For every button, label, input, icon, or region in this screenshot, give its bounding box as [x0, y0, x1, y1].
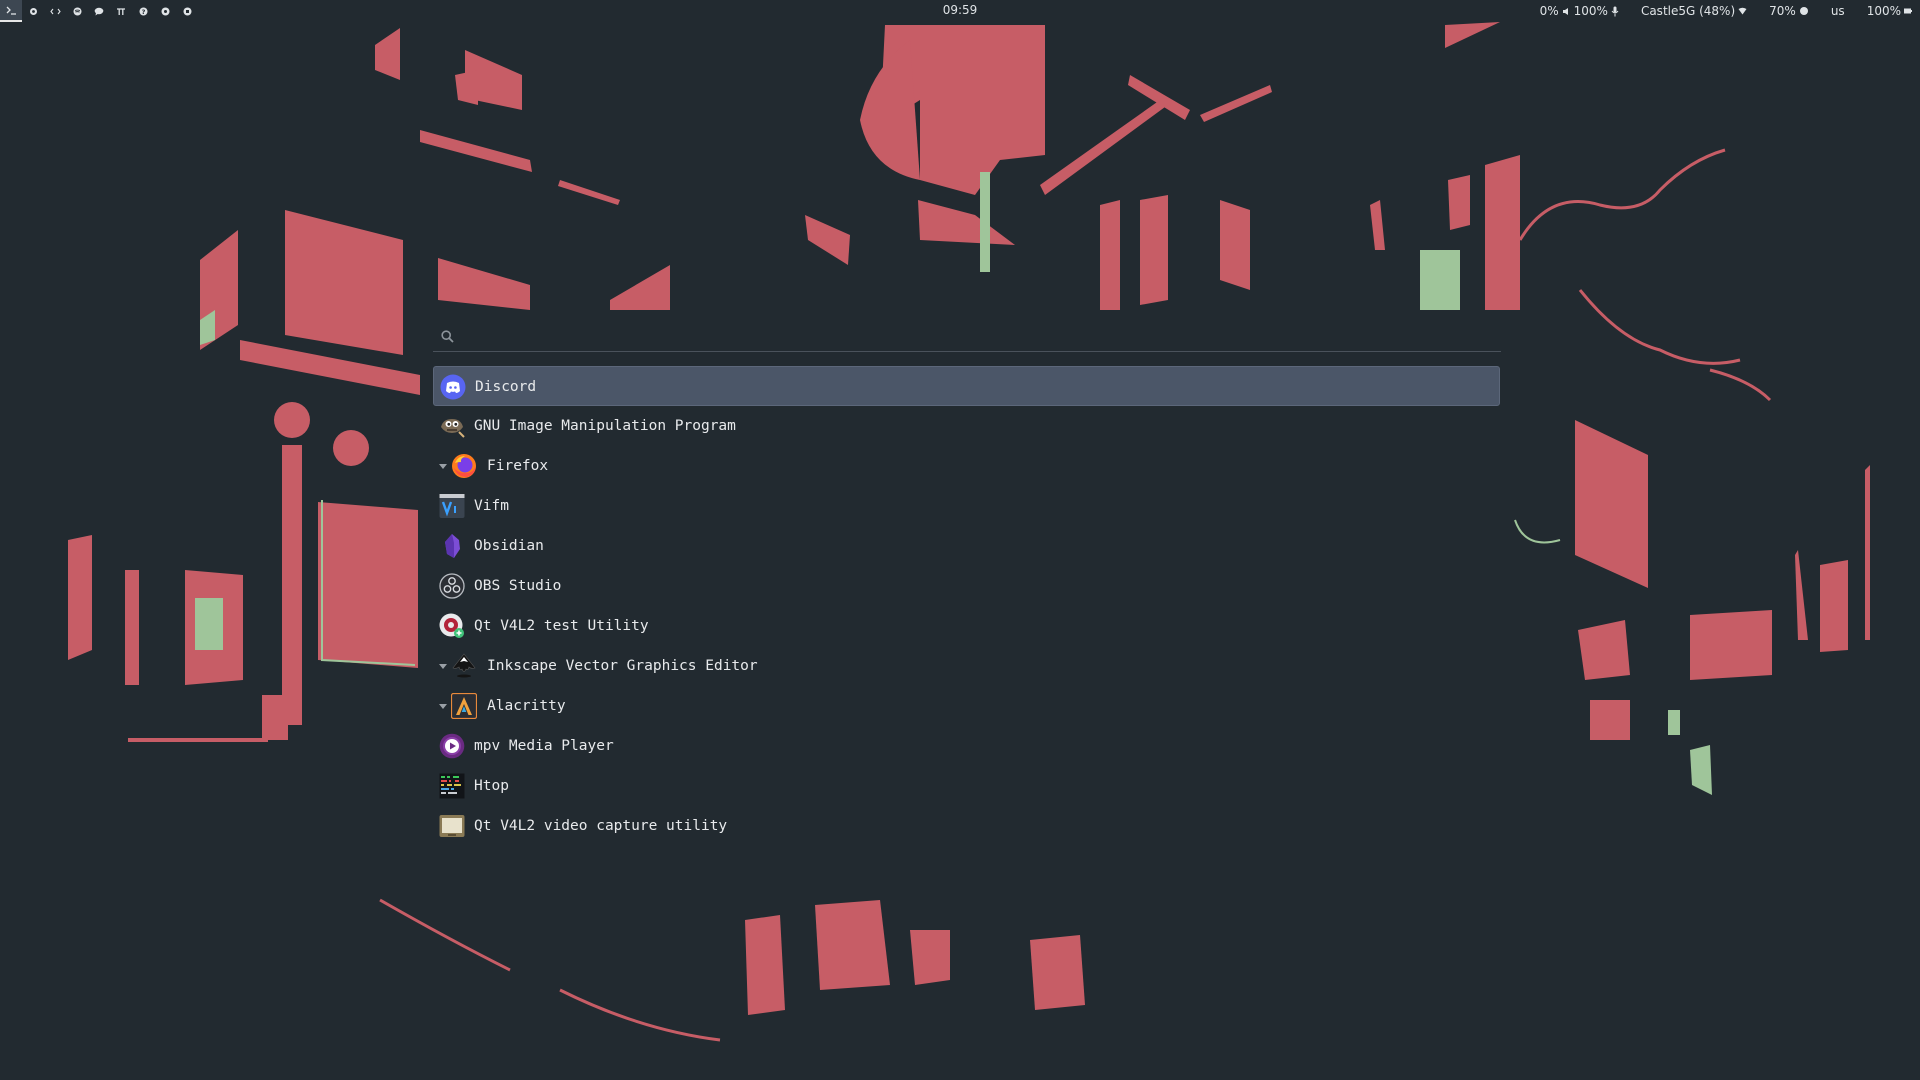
volume-value: 100% — [1573, 4, 1608, 18]
workspace-chat[interactable] — [88, 0, 110, 22]
list-item-htop[interactable]: Htop — [433, 766, 1500, 806]
pi-icon — [117, 7, 125, 15]
app-label: Obsidian — [474, 538, 544, 554]
mpv-icon — [439, 733, 465, 759]
app-label: Qt V4L2 video capture utility — [474, 818, 728, 834]
svg-text:?: ? — [141, 8, 145, 16]
workspace-pi[interactable] — [110, 0, 132, 22]
brightness-value: 70% — [1769, 4, 1796, 18]
keyboard-layout-value: us — [1830, 4, 1845, 18]
qvidcap-icon — [439, 815, 465, 837]
wifi-value: Castle5G (48%) — [1640, 4, 1736, 18]
circle-icon — [161, 7, 169, 15]
keyboard-layout[interactable]: us — [1831, 4, 1845, 18]
list-item-qvidcap[interactable]: Qt V4L2 video capture utility — [433, 806, 1500, 846]
top-panel: ? 09:59 0% 100% Castle5G (48%) 70% us 10… — [0, 0, 1920, 22]
alacritty-icon — [451, 693, 477, 719]
battery-icon — [1904, 8, 1912, 14]
htop-icon — [439, 773, 465, 799]
audio-status[interactable]: 0% 100% — [1540, 4, 1619, 18]
app-label: mpv Media Player — [474, 738, 614, 754]
workspace-media[interactable] — [154, 0, 176, 22]
wifi-icon — [1738, 7, 1747, 15]
app-label: Qt V4L2 test Utility — [474, 618, 649, 634]
gimp-icon — [441, 419, 465, 438]
expand-arrow-icon[interactable] — [439, 664, 447, 669]
cpu-value: 0% — [1539, 4, 1559, 18]
question-icon: ? — [139, 7, 147, 16]
workspace-list: ? — [0, 0, 198, 22]
workspace-code[interactable] — [44, 0, 66, 22]
code-icon — [49, 8, 61, 14]
speaker-icon — [1562, 7, 1568, 15]
app-label: Discord — [475, 379, 537, 395]
wifi-status[interactable]: Castle5G (48%) — [1641, 4, 1747, 18]
workspace-music[interactable] — [66, 0, 88, 22]
battery-status[interactable]: 100% — [1867, 4, 1912, 18]
gear-icon — [29, 7, 37, 15]
app-label: Inkscape Vector Graphics Editor — [487, 658, 758, 674]
inkscape-icon — [452, 653, 476, 678]
list-item-alacritty[interactable]: Alacritty — [433, 686, 1500, 726]
app-label: Firefox — [487, 458, 549, 474]
list-item-inkscape[interactable]: Inkscape Vector Graphics Editor — [433, 646, 1500, 686]
obs-icon — [439, 573, 465, 599]
list-item-mpv[interactable]: mpv Media Player — [433, 726, 1500, 766]
search-input[interactable] — [461, 324, 1485, 350]
battery-value: 100% — [1866, 4, 1901, 18]
list-item-vifm[interactable]: Vifm — [433, 486, 1500, 526]
circle-icon — [183, 7, 191, 15]
app-list: Discord GNU Image Manipulation Program F… — [433, 366, 1501, 846]
discord-icon — [440, 374, 466, 400]
list-item-gimp[interactable]: GNU Image Manipulation Program — [433, 406, 1500, 446]
chat-bubble-icon — [94, 7, 104, 15]
search-bar — [433, 322, 1501, 352]
app-label: OBS Studio — [474, 578, 562, 594]
obsidian-icon — [445, 534, 460, 558]
app-label: Htop — [474, 778, 509, 794]
expand-arrow-icon[interactable] — [439, 704, 447, 709]
search-icon — [441, 330, 454, 343]
qv4l2-icon — [439, 613, 464, 638]
app-label: GNU Image Manipulation Program — [474, 418, 736, 434]
list-item-obsidian[interactable]: Obsidian — [433, 526, 1500, 566]
workspace-settings[interactable] — [22, 0, 44, 22]
spotify-icon — [73, 7, 81, 15]
desktop: ? 09:59 0% 100% Castle5G (48%) 70% us 10… — [0, 0, 1920, 1080]
list-item-qv4l2[interactable]: Qt V4L2 test Utility — [433, 606, 1500, 646]
workspace-terminal[interactable] — [0, 0, 22, 22]
app-label: Alacritty — [487, 698, 566, 714]
workspace-misc[interactable] — [176, 0, 198, 22]
microphone-icon — [1611, 6, 1619, 16]
brightness-status[interactable]: 70% — [1769, 4, 1809, 18]
expand-arrow-icon[interactable] — [439, 464, 447, 469]
app-launcher: Discord GNU Image Manipulation Program F… — [433, 310, 1501, 850]
vifm-icon — [439, 494, 465, 518]
terminal-icon — [6, 6, 16, 15]
workspace-help[interactable]: ? — [132, 0, 154, 22]
firefox-icon — [452, 454, 476, 478]
status-area: 0% 100% Castle5G (48%) 70% us 100% — [1540, 0, 1912, 22]
app-label: Vifm — [474, 498, 509, 514]
list-item-obs[interactable]: OBS Studio — [433, 566, 1500, 606]
brightness-icon — [1799, 7, 1808, 15]
list-item-discord[interactable]: Discord — [433, 366, 1500, 406]
list-item-firefox[interactable]: Firefox — [433, 446, 1500, 486]
